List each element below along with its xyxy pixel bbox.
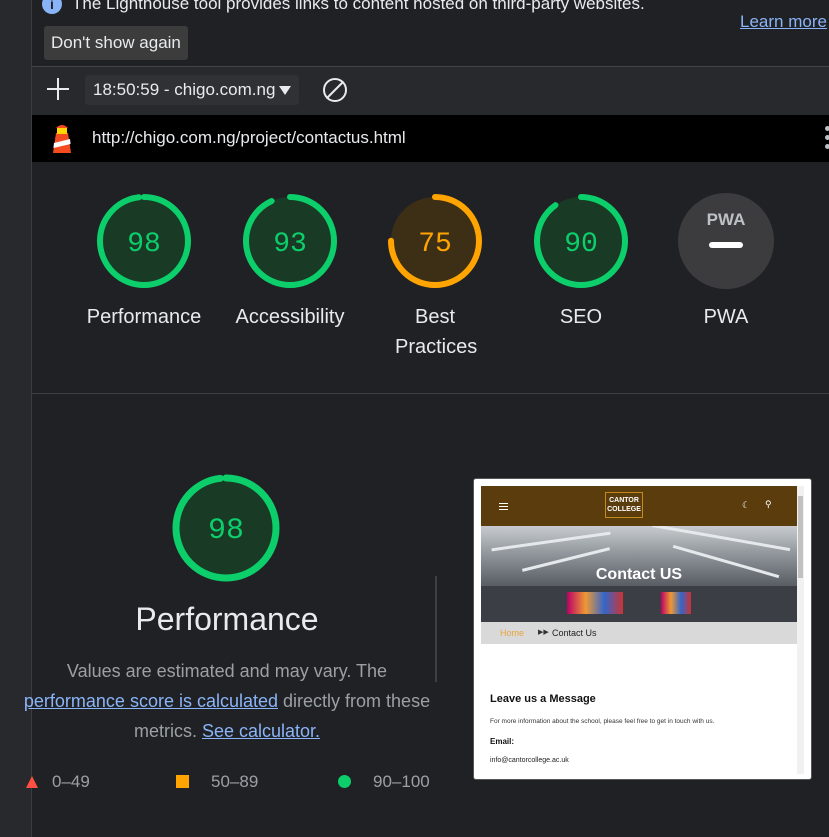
- breadcrumb-current: Contact Us: [552, 628, 597, 638]
- lighthouse-panel: i The Lighthouse tool provides links to …: [24, 0, 829, 837]
- breadcrumb: Home ▶▶ Contact Us: [481, 622, 797, 644]
- email-label: Email:: [490, 737, 515, 746]
- site-header: CANTOR COLLEGE ☾ ⚲: [481, 486, 797, 526]
- lighthouse-toolbar: 18:50:59 - chigo.com.ng: [32, 66, 829, 116]
- search-icon: ⚲: [765, 499, 772, 509]
- infobar-message: The Lighthouse tool provides links to co…: [72, 0, 645, 13]
- url-bar: http://chigo.com.ng/project/contactus.ht…: [32, 115, 829, 162]
- gauge-label: Performance: [86, 306, 202, 328]
- page-url: http://chigo.com.ng/project/contactus.ht…: [92, 128, 406, 147]
- breadcrumb-home: Home: [500, 628, 525, 638]
- performance-title: Performance: [135, 601, 319, 637]
- learn-more-link[interactable]: Learn more: [740, 12, 827, 32]
- screenshot-page: CANTOR COLLEGE ☾ ⚲ Contact US Home ▶▶ Co…: [481, 486, 797, 774]
- gauge-score: 75: [418, 229, 452, 260]
- performance-description: Values are estimated and may vary. The p…: [0, 656, 462, 746]
- performance-score-link[interactable]: performance score is calculated: [24, 691, 278, 711]
- info-icon: i: [42, 0, 62, 14]
- average-square-icon: [176, 775, 189, 788]
- hero-title: Contact US: [595, 566, 683, 583]
- gauge-label: PWA: [703, 306, 749, 328]
- gauge-label: Accessibility: [235, 306, 345, 328]
- pwa-badge-icon: PWA: [678, 193, 774, 289]
- performance-big-gauge: 98: [172, 474, 280, 582]
- breadcrumb-arrow-icon: ▶▶: [538, 629, 549, 636]
- gauge-score: 90: [564, 229, 598, 260]
- score-gauges: 98 Performance 93 Accessibility 75 Best …: [32, 163, 829, 394]
- dont-show-again-button[interactable]: Don't show again: [44, 26, 188, 60]
- performance-gauge-ring: 98: [97, 194, 191, 288]
- accessibility-gauge-ring: 93: [243, 194, 337, 288]
- report-selector[interactable]: 18:50:59 - chigo.com.ng: [85, 75, 300, 105]
- gauge-label: Best Practices: [395, 306, 478, 358]
- fail-triangle-icon: [26, 776, 38, 788]
- gauge-accessibility[interactable]: 93 Accessibility: [220, 191, 360, 332]
- report-selector-label: 18:50:59 - chigo.com.ng: [93, 80, 276, 99]
- performance-section: 98 Performance Values are estimated and …: [24, 394, 829, 837]
- legend-pass-label: 90–100: [373, 772, 430, 791]
- legend-fail: 0–49: [26, 772, 90, 792]
- site-logo: CANTOR COLLEGE: [605, 492, 643, 518]
- pass-circle-icon: [338, 775, 351, 788]
- seo-gauge-ring: 90: [534, 194, 628, 288]
- message-info: For more information about the school, p…: [490, 718, 715, 725]
- best-practices-gauge-ring: 75: [388, 194, 482, 288]
- gauge-pwa[interactable]: PWA PWA: [656, 191, 796, 332]
- hero-image: Contact US: [481, 526, 797, 622]
- legend-fail-label: 0–49: [52, 772, 90, 791]
- desc-text-1: Values are estimated and may vary. The: [66, 661, 388, 681]
- gauge-best-practices[interactable]: 75 Best Practices: [365, 191, 505, 362]
- divider: [435, 576, 437, 682]
- lighthouse-icon: [53, 125, 71, 153]
- pwa-badge-text: PWA: [707, 210, 746, 229]
- gauge-score: 93: [273, 229, 307, 260]
- clear-icon[interactable]: [323, 78, 347, 102]
- big-gauge-score: 98: [208, 514, 244, 548]
- gauge-performance[interactable]: 98 Performance: [74, 191, 214, 332]
- dropdown-triangle-icon: [279, 86, 292, 96]
- infobar: i The Lighthouse tool provides links to …: [32, 0, 829, 66]
- more-options-icon[interactable]: [825, 126, 829, 152]
- gauge-label: SEO: [559, 306, 603, 328]
- gauge-seo[interactable]: 90 SEO: [511, 191, 651, 332]
- legend-average-label: 50–89: [211, 772, 259, 791]
- message-heading: Leave us a Message: [490, 693, 596, 705]
- screenshot-scrollbar: [797, 486, 804, 774]
- legend-pass: 90–100: [338, 772, 430, 792]
- hamburger-icon: [499, 503, 508, 512]
- gauge-score: 98: [127, 229, 161, 260]
- plus-icon[interactable]: [46, 77, 70, 101]
- legend-average: 50–89: [176, 772, 258, 792]
- see-calculator-link[interactable]: See calculator.: [202, 721, 320, 741]
- email-value: info@cantorcollege.ac.uk: [490, 757, 569, 764]
- final-screenshot[interactable]: CANTOR COLLEGE ☾ ⚲ Contact US Home ▶▶ Co…: [473, 478, 812, 780]
- moon-icon: ☾: [742, 500, 751, 510]
